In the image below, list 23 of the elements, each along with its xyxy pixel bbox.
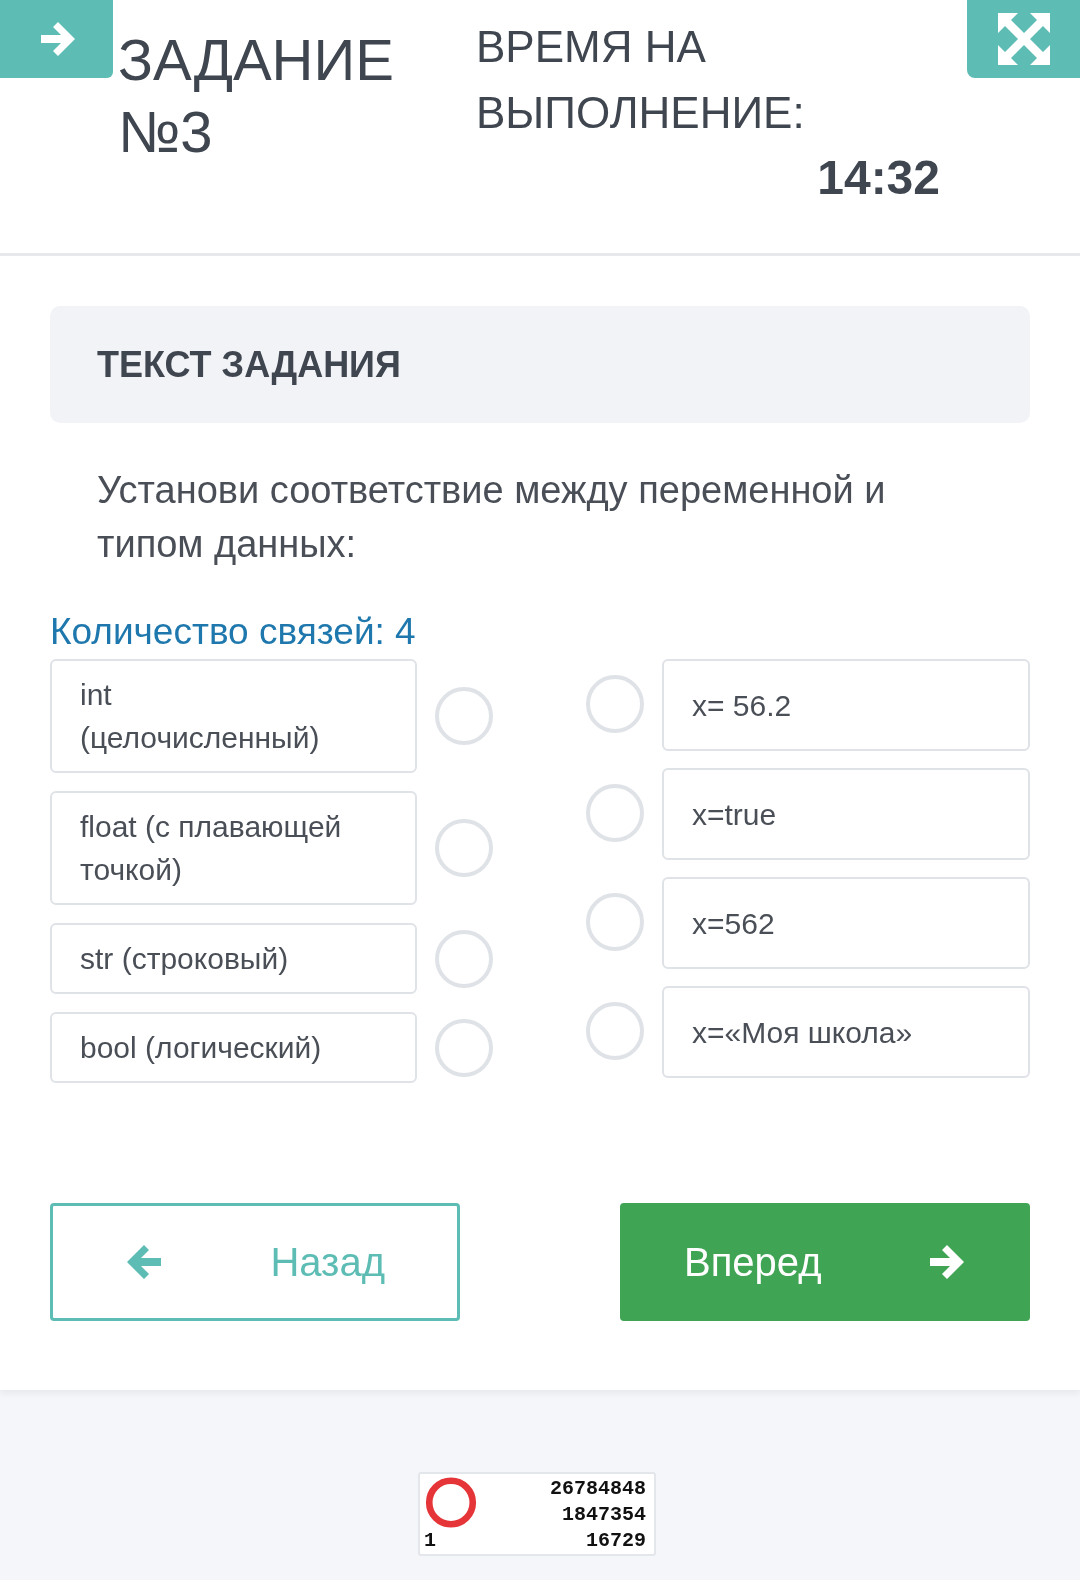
timer-value: 14:32 xyxy=(817,150,940,205)
counter-number: 26784848 xyxy=(550,1476,646,1502)
task-title: ЗАДАНИЕ №3 xyxy=(118,26,395,166)
links-count: Количество связей: 4 xyxy=(50,611,417,653)
fullscreen-button[interactable] xyxy=(967,0,1080,78)
type-option[interactable]: bool (логический) xyxy=(50,1012,417,1083)
radio-button[interactable] xyxy=(586,1002,644,1060)
value-option[interactable]: x=«Моя школа» xyxy=(662,986,1030,1078)
counter-number: 1847354 xyxy=(562,1502,646,1528)
ring-icon xyxy=(424,1476,478,1529)
next-arrow-button[interactable] xyxy=(0,0,113,78)
type-option[interactable]: str (строковый) xyxy=(50,923,417,994)
question-text: Установи соответствие между переменной и типом данных: xyxy=(97,468,887,567)
timer-label: ВРЕМЯ НА ВЫПОЛНЕНИЕ: xyxy=(476,21,806,139)
counter-number: 1 xyxy=(424,1529,437,1552)
type-option[interactable]: int (целочисленный) xyxy=(50,659,417,773)
value-option[interactable]: x=true xyxy=(662,768,1030,860)
counter-number: 16729 xyxy=(586,1528,646,1554)
type-option[interactable]: float (с плавающей точкой) xyxy=(50,791,417,905)
panel-heading: ТЕКСТ ЗАДАНИЯ xyxy=(97,343,401,386)
value-option[interactable]: x=562 xyxy=(662,877,1030,969)
value-option[interactable]: x= 56.2 xyxy=(662,659,1030,751)
expand-icon xyxy=(997,13,1050,65)
